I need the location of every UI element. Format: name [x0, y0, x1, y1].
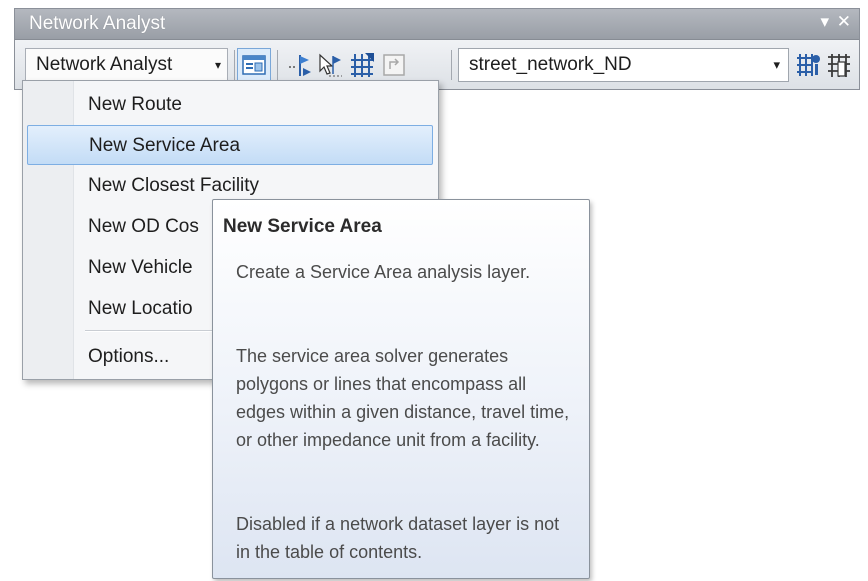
create-network-location-tool-icon[interactable] [287, 52, 313, 78]
network-identify-icon[interactable] [826, 52, 852, 78]
window-title: Network Analyst [29, 13, 166, 34]
menu-item-label: New Locatio [88, 298, 193, 319]
close-icon[interactable]: ✕ [837, 12, 851, 32]
tooltip-disabled-note: Disabled if a network dataset layer is n… [236, 514, 560, 562]
toolbar-title-bar[interactable]: Network Analyst ▾ ✕ [15, 9, 859, 40]
network-dataset-value: street_network_ND [469, 54, 632, 75]
menu-item-label: New Vehicle [88, 257, 193, 278]
toolbar-separator [277, 50, 278, 80]
network-dataset-select[interactable]: street_network_ND ▾ [458, 48, 789, 82]
tooltip-summary: Create a Service Area analysis layer. [236, 262, 531, 282]
menu-item-label: New OD Cos [88, 216, 199, 237]
chevron-down-icon: ▾ [214, 58, 221, 72]
network-analyst-window-icon[interactable] [237, 48, 271, 82]
solve-icon[interactable] [349, 52, 375, 78]
toolbar-separator [451, 50, 452, 80]
chevron-down-icon: ▾ [773, 57, 780, 72]
menu-item-label: New Service Area [89, 135, 241, 156]
tooltip-title: New Service Area [223, 216, 382, 237]
window-options-icon[interactable]: ▾ [820, 12, 829, 32]
menu-item-label: New Route [88, 94, 182, 115]
service-area-tooltip: New Service Area Create a Service Area a… [212, 199, 590, 579]
menu-item-label: Options... [88, 346, 170, 367]
network-analyst-menu-label: Network Analyst [36, 54, 173, 75]
build-network-dataset-icon[interactable] [795, 52, 821, 78]
select-move-network-locations-icon[interactable] [317, 52, 343, 78]
directions-window-icon[interactable] [381, 52, 407, 78]
tooltip-description: The service area solver generates polygo… [236, 346, 570, 450]
menu-item-new-service-area[interactable]: New Service Area [27, 125, 433, 165]
network-analyst-menu-button[interactable]: Network Analyst ▾ [25, 48, 228, 82]
network-analyst-toolbar-window: Network Analyst ▾ ✕ Network Analyst ▾ st… [14, 8, 860, 90]
menu-item-new-route[interactable]: New Route [27, 85, 433, 125]
toolbar-separator [234, 50, 235, 80]
